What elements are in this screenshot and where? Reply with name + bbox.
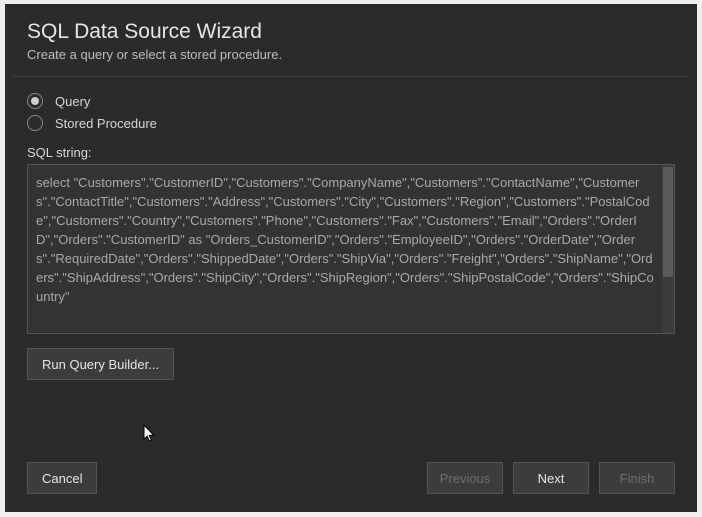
radio-query-label: Query [55, 94, 90, 109]
run-query-builder-label: Run Query Builder... [42, 357, 159, 372]
radio-query[interactable]: Query [27, 93, 675, 109]
wizard-header: SQL Data Source Wizard Create a query or… [5, 4, 697, 76]
scrollbar-thumb[interactable] [663, 167, 673, 277]
sql-string-textarea[interactable]: select "Customers"."CustomerID","Custome… [27, 164, 675, 334]
run-query-builder-button[interactable]: Run Query Builder... [27, 348, 174, 380]
sql-string-text: select "Customers"."CustomerID","Custome… [28, 165, 662, 333]
sql-string-label: SQL string: [27, 145, 675, 160]
wizard-dialog: SQL Data Source Wizard Create a query or… [5, 4, 697, 512]
wizard-footer: Cancel Previous Next Finish [5, 446, 697, 512]
next-button[interactable]: Next [513, 462, 589, 494]
previous-label: Previous [440, 471, 491, 486]
next-label: Next [538, 471, 565, 486]
radio-icon [27, 115, 43, 131]
finish-button[interactable]: Finish [599, 462, 675, 494]
previous-button[interactable]: Previous [427, 462, 503, 494]
radio-stored-procedure[interactable]: Stored Procedure [27, 115, 675, 131]
radio-stored-procedure-label: Stored Procedure [55, 116, 157, 131]
finish-label: Finish [620, 471, 655, 486]
radio-icon [27, 93, 43, 109]
cancel-label: Cancel [42, 471, 82, 486]
scrollbar-vertical[interactable] [662, 165, 674, 333]
wizard-subtitle: Create a query or select a stored proced… [27, 47, 675, 62]
wizard-content: Query Stored Procedure SQL string: selec… [5, 77, 697, 446]
cancel-button[interactable]: Cancel [27, 462, 97, 494]
wizard-title: SQL Data Source Wizard [27, 20, 675, 44]
